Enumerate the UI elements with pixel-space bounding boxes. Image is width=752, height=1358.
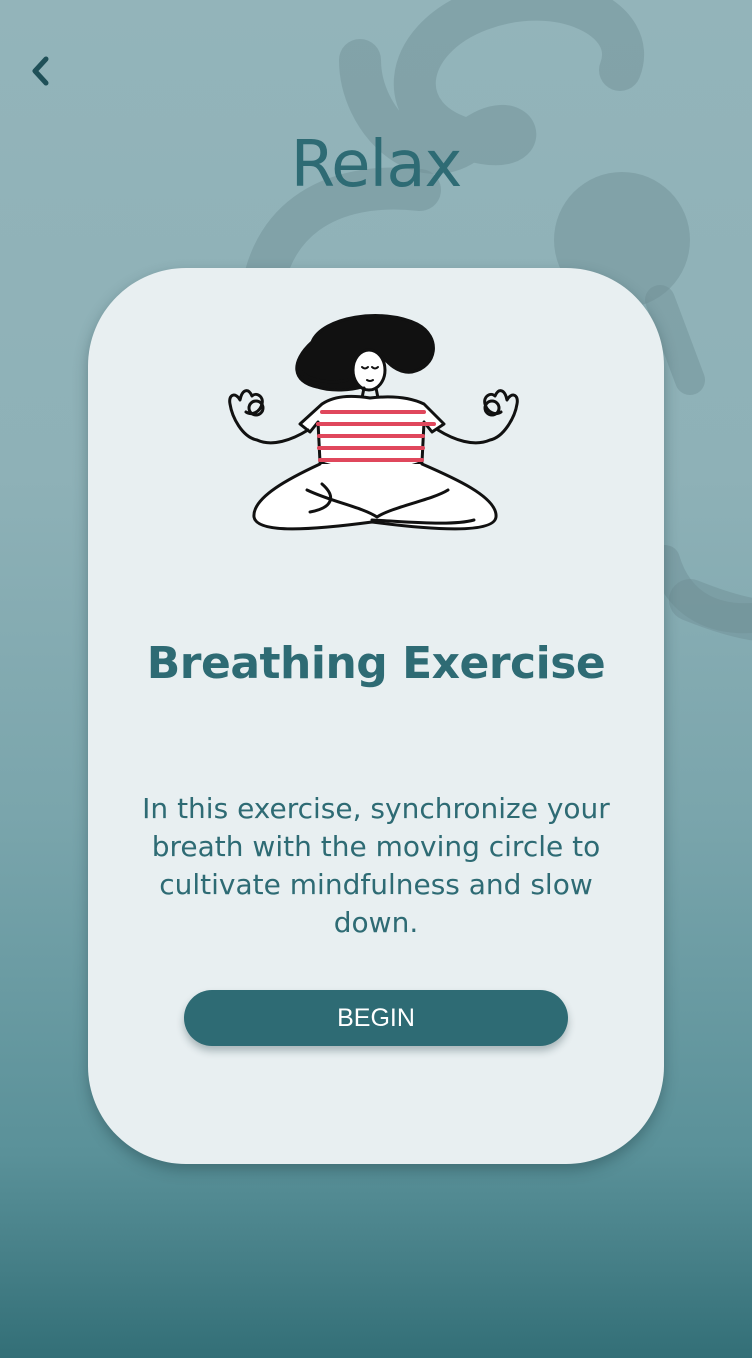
chevron-left-icon xyxy=(32,56,49,86)
begin-button[interactable]: BEGIN xyxy=(184,990,568,1046)
back-button[interactable] xyxy=(18,46,64,96)
page-title: Relax xyxy=(290,128,463,202)
exercise-card: Breathing Exercise In this exercise, syn… xyxy=(88,268,664,1164)
exercise-description: In this exercise, synchronize your breat… xyxy=(142,792,610,939)
exercise-title: Breathing Exercise xyxy=(146,638,606,689)
meditating-person-illustration xyxy=(228,314,519,531)
